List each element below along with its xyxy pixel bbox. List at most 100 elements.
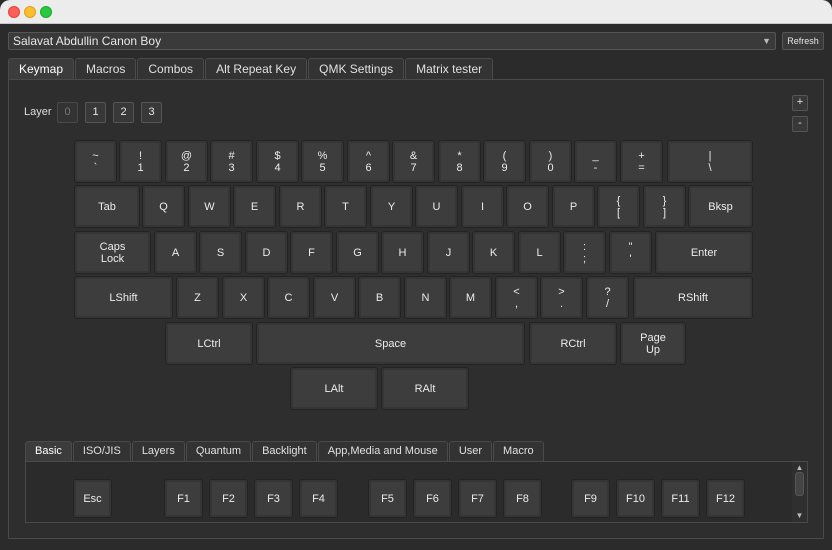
key-e[interactable]: E <box>233 185 276 228</box>
scroll-down-icon[interactable]: ▼ <box>792 510 807 522</box>
key-x[interactable]: X <box>222 276 265 319</box>
refresh-button[interactable]: Refresh <box>782 32 824 50</box>
key-r[interactable]: R <box>279 185 322 228</box>
key-a[interactable]: A <box>154 231 197 274</box>
key-9[interactable]: ( 9 <box>483 140 526 183</box>
key-l[interactable]: L <box>518 231 561 274</box>
layer-3-button[interactable]: 3 <box>141 102 162 123</box>
tab-alt-repeat-key[interactable]: Alt Repeat Key <box>205 58 308 79</box>
key-w[interactable]: W <box>188 185 231 228</box>
tab-keymap[interactable]: Keymap <box>8 58 75 79</box>
key-left-ctrl[interactable]: LCtrl <box>165 322 253 365</box>
keycode-f9[interactable]: F9 <box>571 479 610 518</box>
key-slash[interactable]: ? / <box>586 276 629 319</box>
key-left-shift[interactable]: LShift <box>74 276 173 319</box>
key-o[interactable]: O <box>506 185 549 228</box>
key-y[interactable]: Y <box>370 185 413 228</box>
key-enter[interactable]: Enter <box>655 231 753 274</box>
key-q[interactable]: Q <box>142 185 185 228</box>
zoom-window-button[interactable] <box>40 6 52 18</box>
tab-macros[interactable]: Macros <box>75 58 137 79</box>
key-backspace[interactable]: Bksp <box>688 185 753 228</box>
layer-1-button[interactable]: 1 <box>85 102 106 123</box>
tab-app-media-mouse[interactable]: App,Media and Mouse <box>317 441 448 461</box>
key-0[interactable]: ) 0 <box>529 140 572 183</box>
key-minus[interactable]: _ - <box>574 140 617 183</box>
key-m[interactable]: M <box>449 276 492 319</box>
key-right-alt[interactable]: RAlt <box>381 367 469 410</box>
tab-quantum[interactable]: Quantum <box>185 441 252 461</box>
key-tab[interactable]: Tab <box>74 185 140 228</box>
key-k[interactable]: K <box>472 231 515 274</box>
keycode-f11[interactable]: F11 <box>661 479 700 518</box>
minimize-window-button[interactable] <box>24 6 36 18</box>
key-2[interactable]: @ 2 <box>165 140 208 183</box>
keycode-esc[interactable]: Esc <box>73 479 112 518</box>
keycode-f1[interactable]: F1 <box>164 479 203 518</box>
key-f[interactable]: F <box>290 231 333 274</box>
key-grave[interactable]: ~ ` <box>74 140 117 183</box>
layer-0-button[interactable]: 0 <box>57 102 78 123</box>
key-comma[interactable]: < , <box>495 276 538 319</box>
keycode-f12[interactable]: F12 <box>706 479 745 518</box>
keycode-f3[interactable]: F3 <box>254 479 293 518</box>
key-s[interactable]: S <box>199 231 242 274</box>
keycode-f10[interactable]: F10 <box>616 479 655 518</box>
keycode-f7[interactable]: F7 <box>458 479 497 518</box>
tab-user[interactable]: User <box>448 441 493 461</box>
tab-layers[interactable]: Layers <box>131 441 185 461</box>
key-page-up[interactable]: Page Up <box>620 322 686 365</box>
tab-backlight[interactable]: Backlight <box>252 441 317 461</box>
keycode-f8[interactable]: F8 <box>503 479 542 518</box>
scrollbar-thumb[interactable] <box>795 472 804 496</box>
key-8[interactable]: * 8 <box>438 140 481 183</box>
key-p[interactable]: P <box>552 185 595 228</box>
keycode-scrollbar[interactable]: ▲ ▼ <box>792 462 807 522</box>
key-j[interactable]: J <box>427 231 470 274</box>
tab-combos[interactable]: Combos <box>137 58 205 79</box>
key-space[interactable]: Space <box>256 322 525 365</box>
key-3[interactable]: # 3 <box>210 140 253 183</box>
key-z[interactable]: Z <box>176 276 219 319</box>
key-5[interactable]: % 5 <box>301 140 344 183</box>
key-semicolon[interactable]: : ; <box>563 231 606 274</box>
key-u[interactable]: U <box>415 185 458 228</box>
close-window-button[interactable] <box>8 6 20 18</box>
key-right-shift[interactable]: RShift <box>633 276 753 319</box>
layer-2-button[interactable]: 2 <box>113 102 134 123</box>
keycode-f6[interactable]: F6 <box>413 479 452 518</box>
key-1[interactable]: ! 1 <box>119 140 162 183</box>
key-backslash[interactable]: | \ <box>667 140 753 183</box>
tab-basic[interactable]: Basic <box>25 441 72 461</box>
key-t[interactable]: T <box>324 185 367 228</box>
key-caps-lock[interactable]: Caps Lock <box>74 231 151 274</box>
key-4[interactable]: $ 4 <box>256 140 299 183</box>
key-7[interactable]: & 7 <box>392 140 435 183</box>
zoom-in-button[interactable]: + <box>792 95 808 111</box>
key-left-bracket[interactable]: { [ <box>597 185 640 228</box>
key-quote[interactable]: " ' <box>609 231 652 274</box>
tab-iso-jis[interactable]: ISO/JIS <box>72 441 131 461</box>
key-period[interactable]: > . <box>540 276 583 319</box>
key-right-bracket[interactable]: } ] <box>643 185 686 228</box>
keycode-f2[interactable]: F2 <box>209 479 248 518</box>
zoom-out-button[interactable]: - <box>792 116 808 132</box>
tab-macro[interactable]: Macro <box>493 441 544 461</box>
key-h[interactable]: H <box>381 231 424 274</box>
key-v[interactable]: V <box>313 276 356 319</box>
key-n[interactable]: N <box>404 276 447 319</box>
keycode-f4[interactable]: F4 <box>299 479 338 518</box>
keycode-f5[interactable]: F5 <box>368 479 407 518</box>
tab-matrix-tester[interactable]: Matrix tester <box>405 58 494 79</box>
key-right-ctrl[interactable]: RCtrl <box>529 322 617 365</box>
key-left-alt[interactable]: LAlt <box>290 367 378 410</box>
key-c[interactable]: C <box>267 276 310 319</box>
key-6[interactable]: ^ 6 <box>347 140 390 183</box>
tab-qmk-settings[interactable]: QMK Settings <box>308 58 405 79</box>
key-equal[interactable]: + = <box>620 140 663 183</box>
device-select[interactable]: Salavat Abdullin Canon Boy ▼ <box>8 32 776 50</box>
key-i[interactable]: I <box>461 185 504 228</box>
key-b[interactable]: B <box>358 276 401 319</box>
key-g[interactable]: G <box>336 231 379 274</box>
key-d[interactable]: D <box>245 231 288 274</box>
